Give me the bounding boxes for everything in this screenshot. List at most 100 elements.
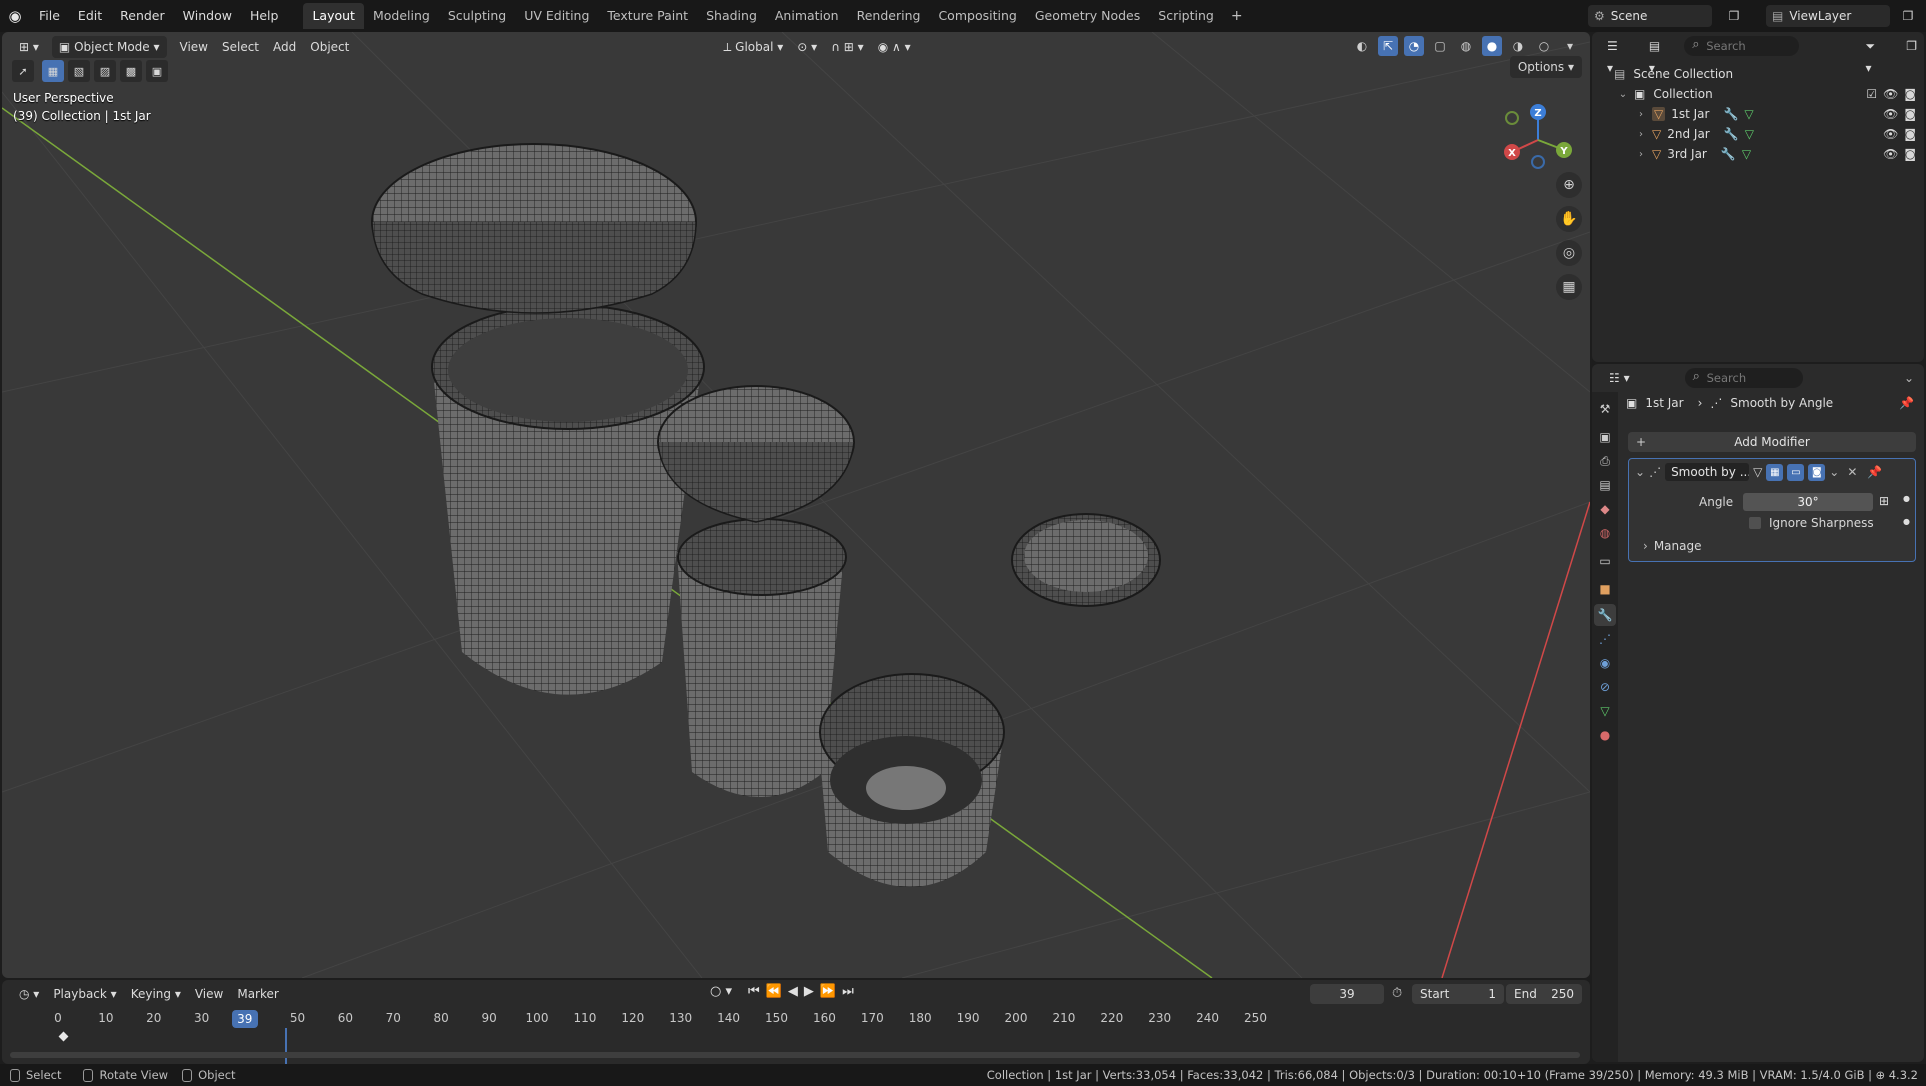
add-modifier-button[interactable]: + Add Modifier <box>1628 432 1916 452</box>
zoom-icon[interactable]: ⊕ <box>1556 172 1582 198</box>
tab-shading[interactable]: Shading <box>697 3 766 29</box>
visibility-icon[interactable]: ◐ <box>1352 36 1372 56</box>
node-tree-icon[interactable]: ⊞ <box>1879 494 1889 508</box>
display-mode-icon[interactable]: ▤ ▾ <box>1642 35 1676 75</box>
blender-logo-icon[interactable]: ◉ <box>0 1 30 31</box>
scene-selector[interactable]: ⚙ Scene <box>1588 5 1712 27</box>
animate-dot-icon[interactable]: ● <box>1903 494 1910 503</box>
gizmo-neg-z[interactable] <box>1531 155 1545 169</box>
wireframe-shading-icon[interactable]: ◍ <box>1456 36 1476 56</box>
3d-viewport[interactable]: ⊞ ▾ ▣ Object Mode ▾ View Select Add Obje… <box>2 32 1590 978</box>
perspective-toggle-icon[interactable]: ▦ <box>1556 274 1582 300</box>
animate-dot-icon[interactable]: ● <box>1903 517 1910 526</box>
mesh-data-icon[interactable]: ▽ <box>1745 127 1754 141</box>
next-keyframe-icon[interactable]: ⏩ <box>820 984 836 999</box>
pin-icon[interactable]: 📌 <box>1899 396 1914 410</box>
render-tab-icon[interactable]: ▣ <box>1594 426 1616 448</box>
new-scene-icon[interactable]: ❐ <box>1724 6 1744 26</box>
modifier-menu-icon[interactable]: ⌄ <box>1829 465 1839 479</box>
tab-rendering[interactable]: Rendering <box>848 3 930 29</box>
playback-menu[interactable]: Playback ▾ <box>46 983 123 1005</box>
menu-help[interactable]: Help <box>241 1 288 31</box>
tab-modeling[interactable]: Modeling <box>364 3 439 29</box>
scene-collection-row[interactable]: ▤ Scene Collection <box>1592 64 1924 84</box>
stopwatch-icon[interactable]: ⏱ <box>1392 986 1402 1001</box>
jump-end-icon[interactable]: ⏭ <box>842 984 854 999</box>
tab-scripting[interactable]: Scripting <box>1149 3 1223 29</box>
pivot-icon[interactable]: ⊙ ▾ <box>790 36 824 58</box>
jar-3[interactable] <box>818 513 1161 887</box>
current-frame-indicator[interactable]: 39 <box>231 1010 258 1028</box>
play-icon[interactable]: ▶ <box>804 984 814 999</box>
world-tab-icon[interactable]: ◍ <box>1594 522 1616 544</box>
keyframe-marker[interactable] <box>58 1031 69 1042</box>
overlay-toggle-icon[interactable]: ◔ <box>1404 36 1424 56</box>
shading-options-icon[interactable]: ▾ <box>1560 36 1580 56</box>
object-tab-icon[interactable]: ■ <box>1594 578 1616 600</box>
eye-icon[interactable]: 👁 <box>1883 107 1898 121</box>
select-menu[interactable]: Select <box>215 36 266 58</box>
modifier-name-field[interactable]: Smooth by ... <box>1665 463 1750 481</box>
collection-row[interactable]: ⌄ ▣ Collection ☑ 👁 ◙ <box>1592 84 1924 104</box>
tab-layout[interactable]: Layout <box>303 3 364 29</box>
navigation-gizmo[interactable]: Z X Y <box>1498 100 1578 180</box>
tab-uv-editing[interactable]: UV Editing <box>515 3 598 29</box>
tab-texture-paint[interactable]: Texture Paint <box>598 3 697 29</box>
gizmo-neg-y[interactable] <box>1505 111 1519 125</box>
jump-start-icon[interactable]: ⏮ <box>748 984 760 999</box>
eye-icon[interactable]: 👁 <box>1883 87 1898 101</box>
tab-animation[interactable]: Animation <box>766 3 848 29</box>
record-icon[interactable]: ○ ▾ <box>710 984 732 999</box>
solid-shading-icon[interactable]: ● <box>1482 36 1502 56</box>
add-menu[interactable]: Add <box>266 36 303 58</box>
tool-tab-icon[interactable]: ⚒ <box>1594 398 1616 420</box>
select-new-icon[interactable]: ▦ <box>42 60 64 82</box>
select-extend-icon[interactable]: ▧ <box>68 60 90 82</box>
outliner-search-input[interactable]: Search <box>1684 35 1799 56</box>
select-subtract-icon[interactable]: ▨ <box>94 60 116 82</box>
camera-icon[interactable]: ◙ <box>1904 147 1916 161</box>
mesh-data-icon[interactable]: ▽ <box>1742 147 1751 161</box>
jar-1[interactable] <box>371 143 705 695</box>
play-reverse-icon[interactable]: ◀ <box>788 984 798 999</box>
filter-icon[interactable]: ⏷ ▾ <box>1859 35 1892 75</box>
physics-tab-icon[interactable]: ◉ <box>1594 652 1616 674</box>
material-shading-icon[interactable]: ◑ <box>1508 36 1528 56</box>
xray-icon[interactable]: ▢ <box>1430 36 1450 56</box>
timeline-editor-type-icon[interactable]: ◷ ▾ <box>12 983 46 1005</box>
menu-file[interactable]: File <box>30 1 69 31</box>
select-invert-icon[interactable]: ▩ <box>120 60 142 82</box>
properties-search-input[interactable]: Search <box>1684 367 1803 388</box>
modifier-icon[interactable]: 🔧 <box>1721 147 1736 161</box>
mesh-data-icon[interactable]: ▽ <box>1744 107 1753 121</box>
render-vis-icon[interactable]: ◙ <box>1808 463 1826 481</box>
prev-keyframe-icon[interactable]: ⏪ <box>766 984 782 999</box>
output-tab-icon[interactable]: ⎙ <box>1594 450 1616 472</box>
marker-menu[interactable]: Marker <box>230 983 285 1005</box>
snap-icon[interactable]: ∩ ⊞ ▾ <box>824 36 871 58</box>
timeline-scrollbar[interactable] <box>10 1052 1580 1058</box>
start-frame-field[interactable]: Start 1 <box>1412 984 1504 1004</box>
data-tab-icon[interactable]: ▽ <box>1594 700 1616 722</box>
outliner-editor-type-icon[interactable]: ☰ ▾ <box>1600 35 1634 75</box>
orientation-dropdown[interactable]: ⟂ Global ▾ <box>716 36 790 58</box>
collection-tab-icon[interactable]: ▭ <box>1594 550 1616 572</box>
modifier-tab-icon[interactable]: 🔧 <box>1594 604 1616 626</box>
editmode-vis-icon[interactable]: ▦ <box>1766 463 1784 481</box>
new-view-layer-icon[interactable]: ❐ <box>1898 6 1918 26</box>
particles-tab-icon[interactable]: ⋰ <box>1594 628 1616 650</box>
modifier-icon[interactable]: 🔧 <box>1723 107 1738 121</box>
outliner-item-2nd-jar[interactable]: › ▽ 2nd Jar 🔧 ▽ 👁 ◙ <box>1592 124 1924 144</box>
outliner-item-1st-jar[interactable]: › ▽ 1st Jar 🔧 ▽ 👁 ◙ <box>1592 104 1924 124</box>
render-shading-icon[interactable]: ○ <box>1534 36 1554 56</box>
material-tab-icon[interactable]: ● <box>1594 724 1616 746</box>
view-menu[interactable]: View <box>173 36 215 58</box>
angle-input[interactable]: 30° <box>1743 493 1873 511</box>
mode-dropdown[interactable]: ▣ Object Mode ▾ <box>51 36 167 58</box>
timeline-view-menu[interactable]: View <box>188 983 230 1005</box>
new-collection-icon[interactable]: ❐ <box>1899 35 1924 57</box>
select-tool-icon[interactable]: ➚ <box>12 60 34 82</box>
object-menu[interactable]: Object <box>303 36 356 58</box>
expand-icon[interactable]: › <box>1634 109 1648 120</box>
camera-icon[interactable]: ◙ <box>1904 127 1916 141</box>
